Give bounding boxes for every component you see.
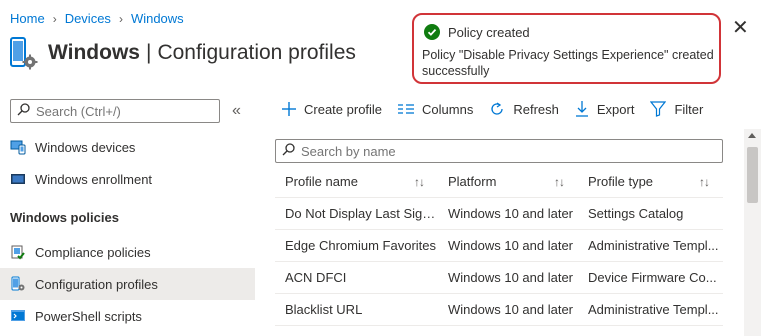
breadcrumb-devices[interactable]: Devices [65, 11, 111, 26]
filter-button[interactable]: Filter [650, 101, 703, 117]
column-header-profile-type[interactable]: Profile type ↑↓ [578, 174, 723, 189]
breadcrumb-home[interactable]: Home [10, 11, 45, 26]
table-header: Profile name ↑↓ Platform ↑↓ Profile type… [275, 166, 723, 198]
filter-icon [650, 101, 667, 117]
sidebar-item-configuration-profiles[interactable]: Configuration profiles [0, 268, 255, 300]
table-row[interactable]: ACN DFCI Windows 10 and later Device Fir… [275, 262, 723, 294]
page-header: Windows | Configuration profiles [8, 36, 356, 70]
scroll-up-icon[interactable] [748, 133, 756, 138]
export-button[interactable]: Export [575, 101, 635, 117]
create-profile-button[interactable]: Create profile [282, 102, 382, 117]
chevron-right-icon: › [118, 11, 123, 26]
sort-icon[interactable]: ↑↓ [554, 175, 565, 189]
refresh-label: Refresh [513, 101, 559, 117]
columns-icon [398, 103, 415, 115]
sidebar-search[interactable] [10, 99, 220, 123]
sidebar-item-label: PowerShell scripts [35, 308, 142, 324]
scroll-thumb[interactable] [747, 147, 758, 203]
toast-title: Policy created [448, 24, 530, 40]
search-icon [17, 103, 30, 119]
cell-platform: Windows 10 and later [448, 238, 574, 253]
sidebar-item-powershell-scripts[interactable]: PowerShell scripts [0, 300, 255, 332]
filter-label: Filter [674, 101, 704, 117]
breadcrumb-windows[interactable]: Windows [131, 11, 184, 26]
page-title-bold: Windows [48, 41, 140, 64]
columns-button[interactable]: Columns [398, 102, 473, 117]
sort-icon[interactable]: ↑↓ [699, 175, 710, 189]
configuration-icon [10, 276, 26, 292]
device-config-icon [8, 36, 38, 70]
command-bar: Create profile Columns Refresh Export Fi… [282, 101, 719, 117]
profiles-table: Profile name ↑↓ Platform ↑↓ Profile type… [275, 166, 723, 326]
column-header-label: Platform [448, 174, 497, 189]
search-icon [282, 143, 295, 159]
column-header-platform[interactable]: Platform ↑↓ [438, 174, 578, 189]
cell-platform: Windows 10 and later [448, 270, 574, 285]
success-check-icon [424, 24, 440, 40]
table-row[interactable]: Edge Chromium Favorites Windows 10 and l… [275, 230, 723, 262]
cell-profile-name: ACN DFCI [285, 270, 347, 285]
cell-profile-type: Settings Catalog [588, 206, 684, 221]
cell-profile-type: Device Firmware Co... [588, 270, 717, 285]
sidebar-item-windows-enrollment[interactable]: Windows enrollment [0, 163, 255, 195]
devices-icon [10, 139, 26, 155]
cell-profile-type: Administrative Templ... [588, 238, 719, 253]
cell-profile-name: Blacklist URL [285, 302, 363, 317]
toast-header: Policy created [424, 24, 530, 40]
column-header-profile-name[interactable]: Profile name ↑↓ [275, 174, 438, 189]
toast-message: Policy "Disable Privacy Settings Experie… [422, 48, 714, 78]
refresh-button[interactable]: Refresh [489, 101, 559, 117]
profile-search[interactable] [275, 139, 723, 163]
cell-platform: Windows 10 and later [448, 206, 574, 221]
download-icon [575, 101, 589, 117]
chevron-right-icon: › [52, 11, 57, 26]
table-row[interactable]: Do Not Display Last Sign... Windows 10 a… [275, 198, 723, 230]
sidebar-item-label: Windows devices [35, 139, 136, 155]
breadcrumb: Home › Devices › Windows [10, 11, 184, 26]
refresh-icon [489, 101, 505, 117]
table-row[interactable]: Blacklist URL Windows 10 and later Admin… [275, 294, 723, 326]
cell-platform: Windows 10 and later [448, 302, 574, 317]
sidebar-item-label: Compliance policies [35, 244, 151, 260]
enrollment-icon [10, 171, 26, 187]
sidebar-item-label: Windows enrollment [35, 171, 153, 187]
sidebar-item-label: Configuration profiles [35, 276, 158, 292]
plus-icon [282, 102, 296, 116]
columns-label: Columns [422, 101, 474, 117]
column-header-label: Profile name [285, 174, 358, 189]
vertical-scrollbar[interactable] [744, 129, 761, 336]
cell-profile-name: Do Not Display Last Sign... [285, 206, 438, 221]
sidebar-item-windows-devices[interactable]: Windows devices [0, 131, 255, 163]
cell-profile-name: Edge Chromium Favorites [285, 238, 436, 253]
title-separator: | [145, 41, 152, 64]
export-label: Export [596, 101, 635, 117]
sidebar-item-compliance-policies[interactable]: Compliance policies [0, 236, 255, 268]
close-icon[interactable]: ✕ [732, 18, 749, 38]
sort-icon[interactable]: ↑↓ [414, 175, 425, 189]
page-title: Windows | Configuration profiles [48, 41, 356, 65]
notification-toast: Policy created Policy "Disable Privacy S… [412, 13, 721, 84]
compliance-icon [10, 244, 26, 260]
page-title-rest: Configuration profiles [157, 41, 356, 64]
search-input[interactable] [301, 143, 701, 159]
powershell-icon [10, 308, 26, 324]
create-profile-label: Create profile [304, 101, 383, 117]
column-header-label: Profile type [588, 174, 654, 189]
cell-profile-type: Administrative Templ... [588, 302, 719, 317]
sidebar-search-input[interactable] [36, 103, 206, 119]
section-header-windows-policies: Windows policies [10, 210, 119, 225]
collapse-sidebar-button[interactable]: « [232, 102, 241, 120]
